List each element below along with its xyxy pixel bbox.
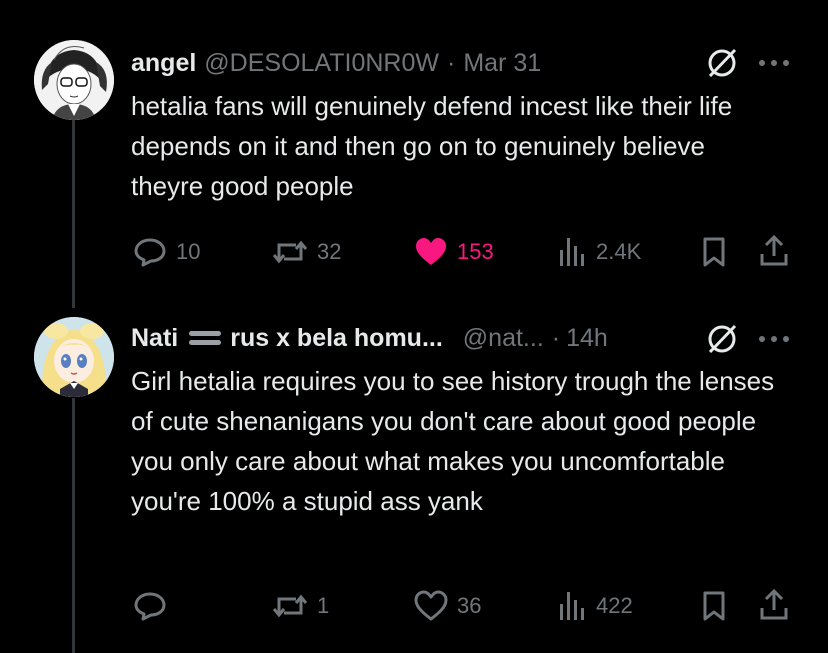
bookmark-icon[interactable] [700,590,728,622]
timestamp[interactable]: 14h [566,324,608,353]
reply-count: 10 [176,239,201,264]
reply-button[interactable] [133,590,176,622]
avatar-image [34,317,114,397]
view-count: 2.4K [596,239,642,264]
reply-icon [134,238,166,267]
bookmark-icon[interactable] [700,236,728,268]
timestamp[interactable]: Mar 31 [463,49,541,78]
repost-icon [272,594,308,618]
like-count: 153 [457,239,494,264]
handle[interactable]: @nat... [463,324,544,353]
separator: · [551,323,561,352]
like-button[interactable]: 36 [414,590,481,622]
views-button[interactable]: 422 [557,590,633,622]
share-icon[interactable] [758,588,790,622]
avatar[interactable] [34,40,114,120]
repost-icon [272,240,308,264]
like-icon [416,238,446,265]
like-button[interactable]: 153 [414,236,494,268]
display-name-suffix[interactable]: rus x bela homu... [230,324,443,353]
tweet-text: Girl hetalia requires you to see history… [131,366,775,516]
handle[interactable]: @DESOLATI0NR0W [204,49,439,78]
grok-icon[interactable] [705,46,739,80]
view-count: 422 [596,593,633,618]
repost-count: 32 [317,239,342,264]
tweet-header: Nati rus x bela homu... @nat... · 14h [131,323,608,353]
views-icon [560,238,584,266]
views-button[interactable]: 2.4K [557,236,641,268]
share-icon[interactable] [758,234,790,268]
tweet-header: angel @DESOLATI0NR0W · Mar 31 [131,48,541,78]
reply-icon [134,592,166,621]
avatar-image [34,40,114,120]
repost-button[interactable]: 1 [272,590,329,622]
avatar[interactable] [34,317,114,397]
tweet-text: hetalia fans will genuinely defend inces… [131,91,733,201]
grok-icon[interactable] [705,322,739,356]
more-icon[interactable] [758,58,790,68]
views-icon [560,592,584,620]
display-name[interactable]: angel [131,49,196,78]
like-count: 36 [457,593,482,618]
thread-line [72,118,75,308]
flag-icon [189,331,222,345]
thread-line [72,398,75,653]
repost-button[interactable]: 32 [272,236,341,268]
more-icon[interactable] [758,334,790,344]
separator: · [446,48,456,77]
repost-count: 1 [317,593,330,618]
reply-button[interactable]: 10 [133,236,200,268]
like-icon [414,590,448,621]
display-name[interactable]: Nati [131,324,178,353]
